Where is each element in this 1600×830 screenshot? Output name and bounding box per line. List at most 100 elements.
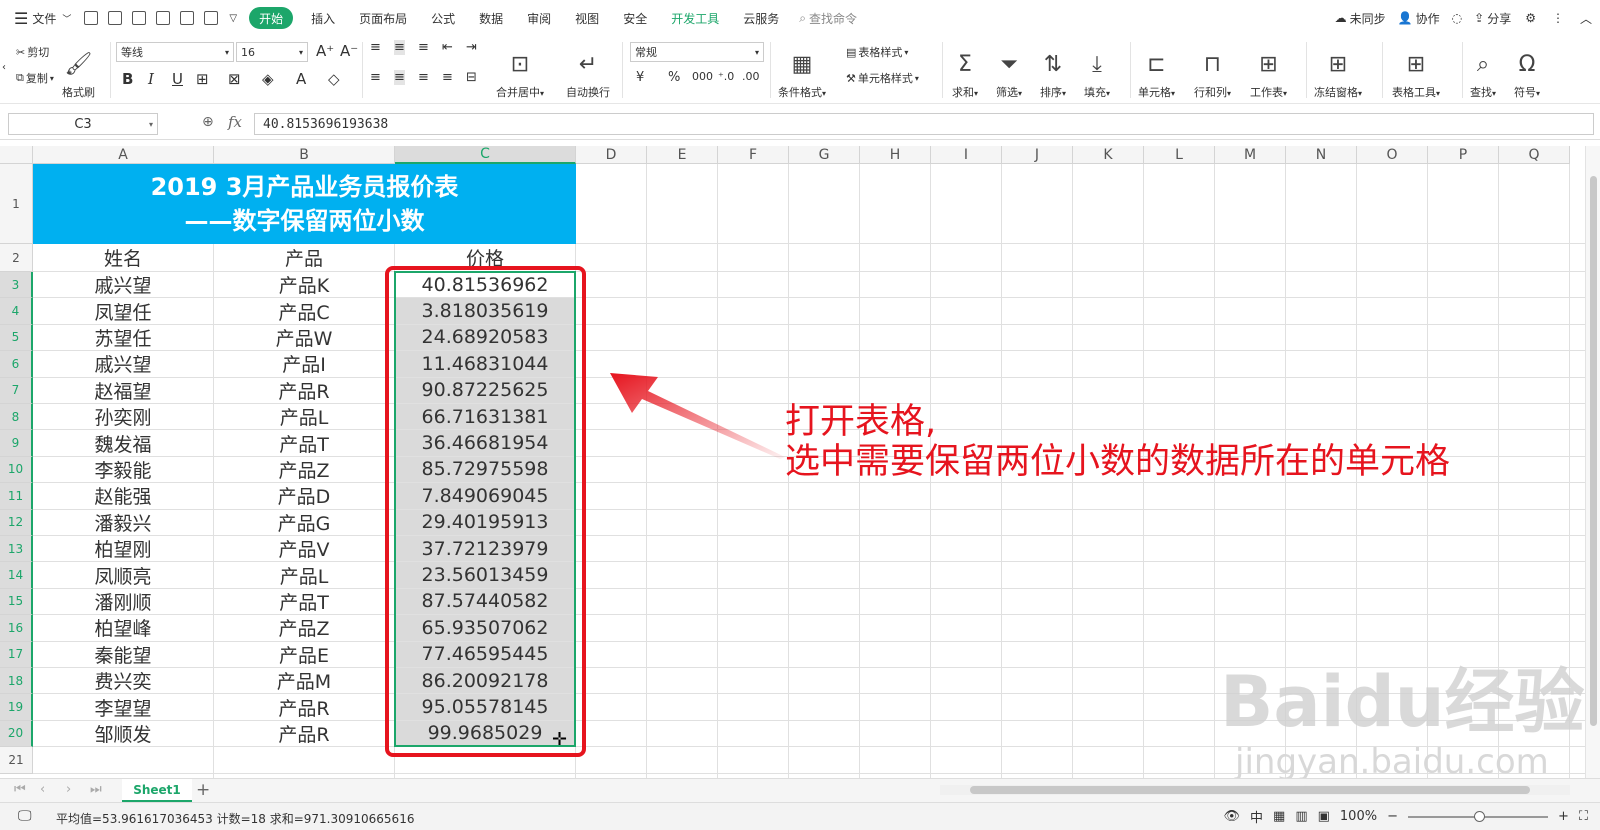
data-cell[interactable]: 赵福望	[33, 377, 214, 404]
data-cell[interactable]: 产品E	[214, 641, 395, 668]
price-cell[interactable]: 36.46681954	[395, 430, 576, 457]
horizontal-scroll-thumb[interactable]	[970, 786, 1530, 794]
row-header-5[interactable]: 5	[0, 324, 33, 352]
header-cell-b[interactable]: 产品	[214, 244, 395, 272]
sync-status[interactable]: ☁ 未同步	[1329, 10, 1392, 27]
normal-view-icon[interactable]: ▦	[1273, 809, 1285, 824]
column-header-f[interactable]: F	[718, 146, 789, 164]
row-header-16[interactable]: 16	[0, 615, 33, 642]
zoom-formula-icon[interactable]: ⊕	[202, 114, 214, 130]
row-header-8[interactable]: 8	[0, 404, 33, 431]
row-header-7[interactable]: 7	[0, 377, 33, 404]
row-header-21[interactable]: 21	[0, 747, 33, 774]
price-cell[interactable]: 90.87225625	[395, 377, 576, 404]
data-cell[interactable]: 潘刚顺	[33, 588, 214, 616]
price-cell[interactable]: 3.818035619	[395, 298, 576, 325]
column-header-g[interactable]: G	[789, 146, 860, 164]
column-header-p[interactable]: P	[1428, 146, 1499, 164]
ribbon-scroll-left-icon[interactable]: ‹	[2, 62, 6, 73]
increase-decimal-icon[interactable]: ⁺.0	[718, 70, 734, 83]
italic-icon[interactable]: I	[148, 70, 154, 88]
data-cell[interactable]: 柏望刚	[33, 536, 214, 563]
sort-button[interactable]: ⇅ 排序▾	[1040, 40, 1066, 100]
price-cell[interactable]: 40.81536962	[395, 272, 576, 299]
row-col-button[interactable]: ⊓ 行和列▾	[1194, 40, 1231, 100]
data-cell[interactable]: 戚兴望	[33, 351, 214, 378]
search-command[interactable]: ⌕ 查找命令	[791, 0, 865, 36]
more-quick-icon[interactable]: ▽	[229, 13, 237, 24]
cell-style-button[interactable]: ⚒ 单元格样式 ▾	[846, 70, 919, 86]
eraser-icon[interactable]: ◇	[328, 70, 340, 88]
data-cell[interactable]: 产品Z	[214, 615, 395, 642]
data-cell[interactable]: 产品D	[214, 483, 395, 510]
row-header-9[interactable]: 9	[0, 430, 33, 457]
merge-center-button[interactable]: ⊡ 合并居中▾	[496, 40, 544, 100]
symbol-button[interactable]: Ω 符号▾	[1514, 40, 1540, 100]
data-cell[interactable]: 邹顺发	[33, 720, 214, 748]
file-menu[interactable]: ☰ 文件 ﹀	[0, 0, 79, 36]
underline-icon[interactable]: U	[172, 70, 183, 88]
data-cell[interactable]: 李毅能	[33, 456, 214, 484]
column-header-d[interactable]: D	[576, 146, 647, 164]
zoom-out-icon[interactable]: −	[1387, 809, 1398, 824]
indent-decrease-icon[interactable]: ⇤	[442, 40, 453, 55]
row-header-13[interactable]: 13	[0, 536, 33, 563]
tab-review[interactable]: 审阅	[515, 0, 563, 36]
last-sheet-icon[interactable]: ⏭	[90, 782, 102, 797]
data-cell[interactable]: 苏望任	[33, 324, 214, 352]
auto-wrap-button[interactable]: ↵ 自动换行	[566, 40, 610, 100]
tab-developer[interactable]: 开发工具	[659, 0, 731, 36]
price-cell[interactable]: 24.68920583	[395, 324, 576, 352]
data-cell[interactable]: 孙奕刚	[33, 404, 214, 431]
cell-button[interactable]: ⊏ 单元格▾	[1138, 40, 1175, 100]
column-header-l[interactable]: L	[1144, 146, 1215, 164]
first-sheet-icon[interactable]: ⏮	[14, 782, 26, 797]
data-cell[interactable]: 魏发福	[33, 430, 214, 457]
align-left-icon[interactable]: ≡	[370, 70, 381, 85]
row-header-2[interactable]: 2	[0, 244, 33, 272]
sum-button[interactable]: Σ 求和▾	[952, 40, 978, 100]
zoom-slider[interactable]	[1407, 810, 1548, 822]
row-header-6[interactable]: 6	[0, 351, 33, 378]
copy-button[interactable]: ⧉ 复制 ▾	[16, 70, 54, 86]
data-cell[interactable]: 产品C	[214, 298, 395, 325]
fill-color-icon[interactable]: ◈	[262, 70, 274, 88]
price-cell[interactable]: 11.46831044	[395, 351, 576, 378]
justify-icon[interactable]: ≡	[442, 70, 453, 85]
align-bottom-icon[interactable]: ≡	[418, 40, 429, 55]
page-break-view-icon[interactable]: ▥	[1295, 809, 1307, 824]
print-icon[interactable]	[180, 11, 195, 25]
filter-button[interactable]: ⏷ 筛选▾	[996, 40, 1022, 100]
price-cell[interactable]: 77.46595445	[395, 641, 576, 668]
tab-page-layout[interactable]: 页面布局	[347, 0, 419, 36]
tab-insert[interactable]: 插入	[299, 0, 347, 36]
align-middle-icon[interactable]: ≡	[394, 40, 405, 55]
export-icon[interactable]	[132, 11, 147, 25]
price-cell[interactable]: 95.05578145	[395, 694, 576, 721]
price-cell[interactable]: 85.72975598	[395, 456, 576, 484]
new-doc-icon[interactable]	[84, 11, 99, 25]
column-header-j[interactable]: J	[1002, 146, 1073, 164]
row-header-19[interactable]: 19	[0, 694, 33, 721]
clear-format-icon[interactable]: ⊠	[228, 70, 241, 88]
save-icon[interactable]	[108, 11, 123, 25]
decrease-decimal-icon[interactable]: .00	[742, 70, 760, 83]
indent-increase-icon[interactable]: ⇥	[466, 40, 477, 55]
column-header-h[interactable]: H	[860, 146, 931, 164]
data-cell[interactable]: 李望望	[33, 694, 214, 721]
settings-icon[interactable]: ⚙	[1517, 11, 1544, 25]
screenshot-icon[interactable]	[204, 11, 219, 25]
price-cell[interactable]: 99.9685029	[395, 720, 576, 748]
select-all-corner[interactable]	[0, 146, 33, 164]
data-cell[interactable]: 产品K	[214, 272, 395, 299]
find-button[interactable]: ⌕ 查找▾	[1470, 40, 1496, 100]
formula-input[interactable]: 40.8153696193638	[254, 113, 1594, 135]
column-header-i[interactable]: I	[931, 146, 1002, 164]
number-format-select[interactable]: 常规 ▾	[630, 42, 764, 62]
row-header-3[interactable]: 3	[0, 272, 33, 299]
eye-protect-icon[interactable]: 👁	[1223, 809, 1240, 824]
data-cell[interactable]: 产品V	[214, 536, 395, 563]
data-cell[interactable]: 戚兴望	[33, 272, 214, 299]
price-cell[interactable]: 29.40195913	[395, 509, 576, 536]
column-header-b[interactable]: B	[214, 146, 395, 164]
